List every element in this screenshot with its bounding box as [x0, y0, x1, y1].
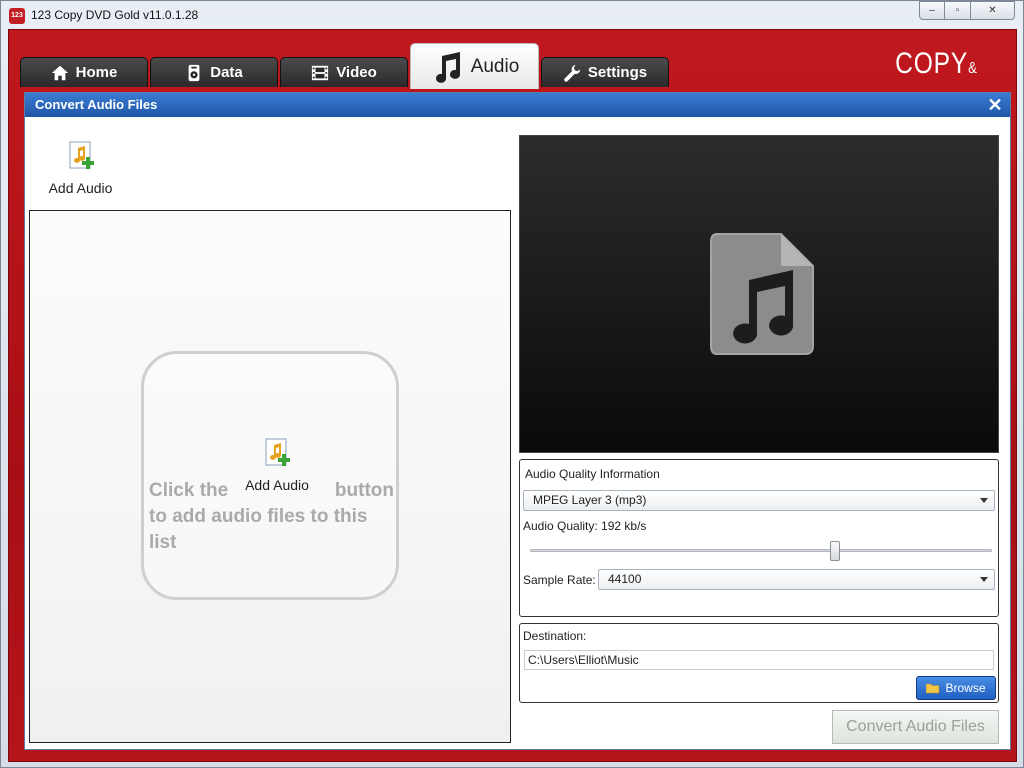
music-note-icon	[435, 51, 460, 83]
browse-label: Browse	[945, 681, 986, 695]
add-audio-label: Add Audio	[48, 180, 113, 196]
add-audio-icon	[69, 141, 94, 169]
tab-audio[interactable]: Audio	[410, 43, 539, 89]
tab-label: Video	[336, 64, 377, 81]
app-body: COPY& Home Data Video Audio Settings Con…	[8, 29, 1017, 762]
tab-video[interactable]: Video	[280, 57, 408, 87]
brand-suffix: &	[968, 60, 978, 77]
audio-preview	[519, 135, 999, 453]
tab-label: Settings	[587, 64, 648, 81]
data-disc-icon	[188, 64, 200, 81]
audio-file-list[interactable]: Click the button to add audio files to th…	[29, 210, 511, 743]
tab-settings[interactable]: Settings	[541, 57, 669, 87]
hint-suffix: button	[334, 480, 394, 501]
brand-logo: COPY&	[895, 47, 978, 81]
add-audio-icon	[265, 438, 290, 466]
tab-label: Audio	[470, 55, 520, 77]
hint-prefix: Click the	[149, 480, 229, 501]
app-window: 123 123 Copy DVD Gold v11.0.1.28 – ▫ ✕ C…	[0, 0, 1024, 768]
audio-quality-group: Audio Quality Information MPEG Layer 3 (…	[519, 459, 999, 617]
chevron-down-icon	[980, 577, 988, 582]
convert-audio-button[interactable]: Convert Audio Files	[832, 710, 999, 744]
window-title: 123 Copy DVD Gold v11.0.1.28	[31, 8, 199, 22]
format-selected: MPEG Layer 3 (mp3)	[533, 493, 647, 507]
destination-path-input[interactable]: C:\Users\Elliot\Music	[524, 650, 994, 670]
quality-section-title: Audio Quality Information	[525, 467, 660, 481]
quality-slider-thumb[interactable]	[829, 541, 840, 561]
quality-slider-track[interactable]	[530, 549, 992, 552]
hint-add-audio-button[interactable]: Add Audio	[242, 438, 312, 493]
title-bar[interactable]: 123 123 Copy DVD Gold v11.0.1.28 – ▫ ✕	[1, 1, 1023, 29]
dialog-close-button[interactable]: ✕	[986, 96, 1004, 114]
tab-label: Home	[75, 64, 118, 81]
minimize-button[interactable]: –	[919, 1, 945, 20]
hint-line2: to add audio files to this list	[149, 506, 368, 553]
add-audio-button[interactable]: Add Audio	[43, 141, 118, 196]
app-icon: 123	[9, 8, 25, 24]
chevron-down-icon	[980, 498, 988, 503]
tab-label: Data	[210, 64, 243, 81]
folder-icon	[926, 683, 940, 693]
drop-hint: Click the button to add audio files to th…	[141, 351, 399, 600]
sample-rate-select[interactable]: 44100	[598, 569, 995, 590]
dialog-title: Convert Audio Files	[35, 97, 158, 112]
brand-text: COPY	[895, 47, 969, 80]
audio-file-icon	[710, 233, 814, 355]
quality-label: Audio Quality: 192 kb/s	[523, 519, 647, 533]
destination-group: Destination: C:\Users\Elliot\Music Brows…	[519, 623, 999, 703]
restore-button[interactable]: ▫	[945, 1, 971, 20]
browse-button[interactable]: Browse	[916, 676, 996, 700]
destination-label: Destination:	[523, 629, 587, 643]
sample-rate-label: Sample Rate:	[523, 573, 596, 587]
home-icon	[51, 65, 68, 80]
caption-buttons: – ▫ ✕	[919, 1, 1015, 21]
tab-home[interactable]: Home	[20, 57, 148, 87]
film-icon	[312, 65, 329, 80]
close-window-button[interactable]: ✕	[971, 1, 1015, 20]
dialog-header: Convert Audio Files ✕	[25, 93, 1010, 117]
format-select[interactable]: MPEG Layer 3 (mp3)	[523, 490, 995, 511]
hint-button-label: Add Audio	[245, 477, 309, 493]
convert-audio-dialog: Convert Audio Files ✕ Add Audio Click th…	[24, 92, 1011, 750]
sample-rate-selected: 44100	[608, 572, 642, 586]
tab-data[interactable]: Data	[150, 57, 278, 87]
wrench-icon	[564, 64, 581, 82]
